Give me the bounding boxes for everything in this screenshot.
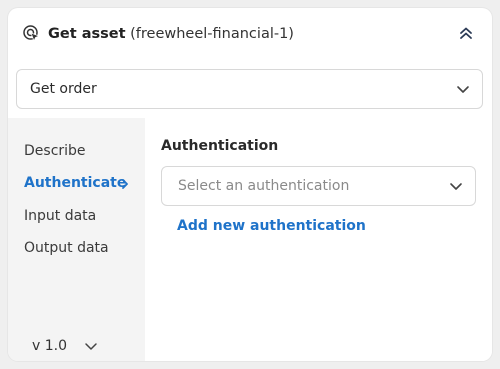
chevron-down-icon — [447, 177, 465, 195]
sidebar: Describe Authenticate Input data Output … — [8, 118, 145, 361]
operation-select-value: Get order — [30, 81, 97, 97]
cursor-click-icon — [22, 24, 42, 44]
authentication-select[interactable]: Select an authentication — [161, 166, 476, 206]
chevron-down-icon — [83, 338, 99, 354]
operation-select[interactable]: Get order — [16, 69, 483, 109]
sidebar-item-output-data[interactable]: Output data — [24, 239, 109, 257]
sidebar-item-label: Describe — [24, 143, 86, 159]
sidebar-item-input-data[interactable]: Input data — [24, 207, 96, 225]
sidebar-item-label: Output data — [24, 240, 109, 256]
version-label: v 1.0 — [32, 338, 67, 354]
asset-subtitle: (freewheel-financial-1) — [130, 26, 294, 42]
sidebar-item-label: Input data — [24, 208, 97, 224]
double-chevron-up-icon — [458, 25, 474, 45]
section-label: Authentication — [161, 138, 279, 154]
chevron-down-icon — [454, 80, 472, 98]
sidebar-item-label: Authenticate — [24, 175, 127, 191]
authentication-select-placeholder: Select an authentication — [178, 178, 350, 194]
collapse-button[interactable] — [455, 24, 477, 46]
sidebar-item-describe[interactable]: Describe — [24, 142, 86, 160]
page-title: Get asset (freewheel-financial-1) — [48, 25, 294, 43]
main-content: Authentication Select an authentication … — [145, 118, 492, 361]
asset-panel: Get asset (freewheel-financial-1) Get or… — [8, 8, 492, 361]
version-select[interactable]: v 1.0 — [32, 338, 99, 354]
asset-title: Get asset — [48, 26, 126, 42]
add-new-authentication-link[interactable]: Add new authentication — [177, 218, 366, 234]
sidebar-item-authenticate[interactable]: Authenticate — [24, 174, 128, 192]
panel-header: Get asset (freewheel-financial-1) — [8, 8, 492, 60]
chevron-right-icon — [120, 177, 130, 189]
